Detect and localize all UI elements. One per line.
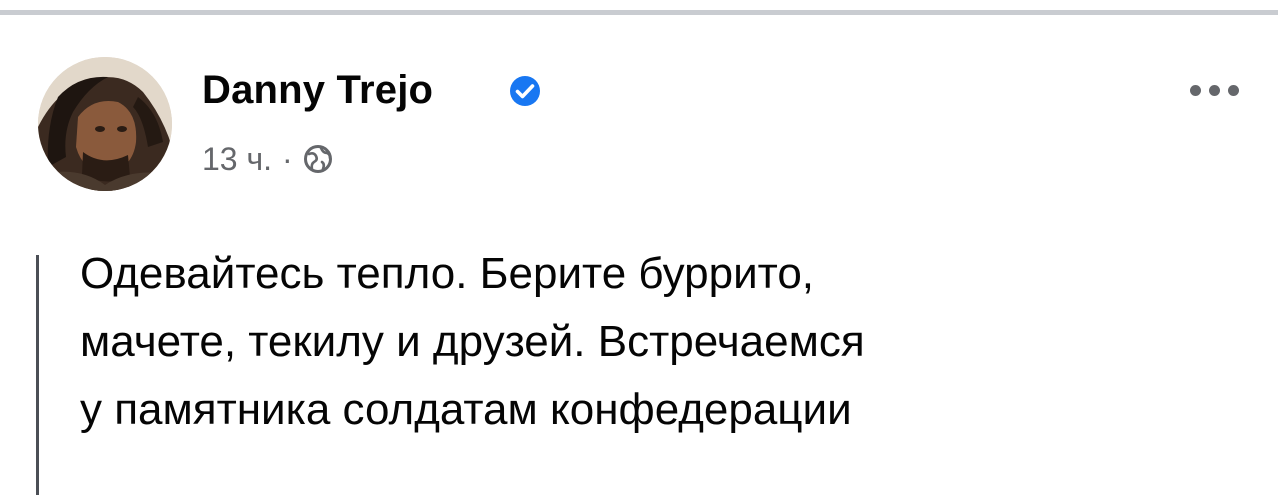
meta-separator: · <box>282 140 293 177</box>
globe-icon <box>303 145 332 173</box>
avatar[interactable] <box>38 57 172 191</box>
more-options-button[interactable] <box>1184 77 1244 103</box>
post-text-line: мачете, текилу и друзей. Встречаемся <box>80 317 865 366</box>
more-options-icon-dot <box>1227 84 1239 96</box>
author-name[interactable]: Danny Trejo <box>202 66 433 114</box>
more-options-icon-dot <box>1208 84 1220 96</box>
post-text: Одевайтесь тепло. Берите буррито, мачете… <box>80 240 1230 444</box>
avatar-photo <box>38 57 172 191</box>
post-text-line: у памятника солдатам конфедерации <box>80 385 852 434</box>
verified-badge-icon <box>510 76 540 106</box>
post-timestamp[interactable]: 13 ч. <box>202 141 272 178</box>
more-options-icon <box>1189 84 1201 96</box>
post-left-bar <box>36 255 39 495</box>
post-text-line: Одевайтесь тепло. Берите буррито, <box>80 249 815 298</box>
post-header: Danny Trejo 13 ч. · <box>38 57 1248 197</box>
post-meta: 13 ч. · <box>202 139 333 179</box>
top-divider <box>0 10 1278 15</box>
